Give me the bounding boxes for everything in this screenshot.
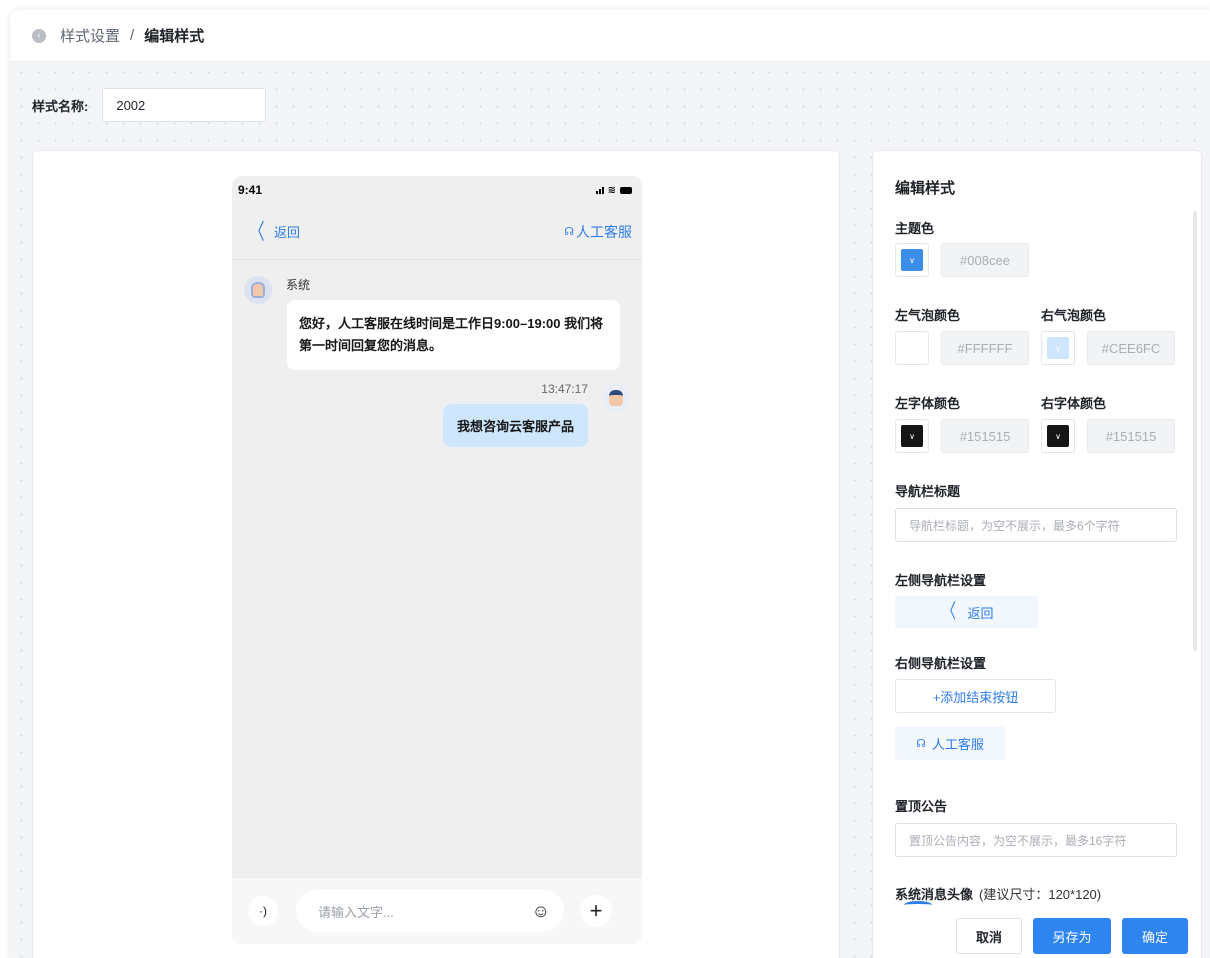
message-input-placeholder: 请输入文字... [318, 904, 394, 920]
chevron-down-icon: ∨ [1047, 337, 1069, 359]
theme-color-picker[interactable]: ∨ [895, 243, 929, 277]
right-font-hex[interactable]: #151515 [1087, 419, 1175, 453]
chevron-down-icon: ∨ [901, 425, 923, 447]
emoji-icon[interactable]: ☺ [532, 901, 550, 922]
back-circle-icon[interactable]: ‹ [32, 28, 46, 43]
sys-avatar-hint: (建议尺寸：120*120) [979, 887, 1102, 902]
phone-back-label: 返回 [274, 225, 301, 240]
sys-avatar-preview[interactable] [904, 901, 932, 909]
theme-color-label: 主题色 [895, 221, 935, 236]
sys-avatar-label: 系统消息头像 (建议尺寸：120*120) [895, 884, 1101, 903]
battery-icon [620, 186, 632, 194]
system-message-bubble: 您好，人工客服在线时间是工作日9:00–19:00 我们将第一时间回复您的消息。 [287, 300, 620, 370]
phone-agent-button[interactable]: ☊ 人工客服 [564, 222, 632, 242]
user-avatar [602, 384, 630, 412]
edit-style-panel: 编辑样式 主题色 ∨ #008cee 左气泡颜色 右气泡颜色 #FFFFFF ∨… [872, 150, 1202, 958]
plus-icon[interactable]: + [580, 895, 612, 927]
left-font-color-picker[interactable]: ∨ [895, 419, 929, 453]
cancel-button[interactable]: 取消 [956, 918, 1022, 954]
notice-label: 置顶公告 [895, 799, 948, 814]
agent-chip-label: 人工客服 [931, 736, 984, 752]
left-nav-label: 左侧导航栏设置 [895, 573, 987, 588]
save-as-button[interactable]: 另存为 [1033, 918, 1111, 954]
right-bubble-color-picker[interactable]: ∨ [1041, 331, 1075, 365]
status-icons: ≋ [595, 184, 632, 196]
sys-avatar-label-text: 系统消息头像 [895, 887, 974, 902]
confirm-button[interactable]: 确定 [1122, 918, 1188, 954]
headset-icon: ☊ [916, 737, 926, 750]
style-name-label: 样式名称: [32, 98, 89, 114]
headset-icon: ☊ [564, 226, 574, 238]
breadcrumb-separator: / [130, 27, 135, 44]
message-timestamp: 13:47:17 [541, 382, 588, 396]
chevron-left-icon: 〈 [249, 218, 265, 244]
preview-card: 9:41 ≋ 〈 返回 ☊ 人工客服 系统 您好，人工客服在线时间是工作日9:0… [32, 150, 840, 958]
left-bubble-label: 左气泡颜色 [895, 308, 961, 323]
theme-color-hex[interactable]: #008cee [941, 243, 1029, 277]
breadcrumb-current: 编辑样式 [144, 28, 205, 45]
right-bubble-hex[interactable]: #CEE6FC [1087, 331, 1175, 365]
nav-title-input[interactable]: 导航栏标题，为空不展示，最多6个字符 [895, 508, 1177, 542]
signal-icon [595, 186, 604, 194]
wifi-icon: ≋ [607, 184, 616, 196]
left-bubble-hex[interactable]: #FFFFFF [941, 331, 1029, 365]
app-frame: ‹ 样式设置 / 编辑样式 样式名称: 2002 9:41 ≋ 〈 返回 ☊ 人… [10, 10, 1210, 958]
chevron-left-icon: 〈 [942, 601, 957, 623]
nav-title-label: 导航栏标题 [895, 484, 961, 499]
right-nav-label: 右侧导航栏设置 [895, 656, 987, 671]
right-font-color-picker[interactable]: ∨ [1041, 419, 1075, 453]
phone-nav-bar: 〈 返回 ☊ 人工客服 [232, 204, 642, 260]
left-font-label: 左字体颜色 [895, 396, 961, 411]
phone-status-bar: 9:41 ≋ [232, 176, 642, 204]
breadcrumb-parent[interactable]: 样式设置 [60, 25, 120, 46]
notice-input[interactable]: 置顶公告内容，为空不展示，最多16字符 [895, 823, 1177, 857]
phone-agent-label: 人工客服 [576, 223, 632, 240]
left-font-hex[interactable]: #151515 [941, 419, 1029, 453]
panel-scrollbar[interactable] [1193, 211, 1197, 651]
right-font-label: 右字体颜色 [1041, 396, 1107, 411]
phone-back-button[interactable]: 〈 返回 [246, 218, 301, 244]
phone-input-bar: ·) 请输入文字... ☺ + [232, 878, 642, 944]
agent-chip[interactable]: ☊ 人工客服 [895, 726, 1005, 760]
style-name-input[interactable]: 2002 [102, 88, 267, 122]
system-avatar [244, 276, 272, 304]
phone-preview: 9:41 ≋ 〈 返回 ☊ 人工客服 系统 您好，人工客服在线时间是工作日9:0… [232, 176, 642, 944]
message-input[interactable]: 请输入文字... ☺ [296, 890, 564, 932]
footer-actions: 取消 另存为 确定 [956, 918, 1188, 954]
add-end-button[interactable]: +添加结束按钮 [895, 679, 1056, 713]
panel-title: 编辑样式 [895, 180, 956, 197]
user-message-bubble: 我想咨询云客服产品 [442, 404, 588, 447]
chevron-down-icon: ∨ [1047, 425, 1069, 447]
voice-icon[interactable]: ·) [248, 896, 278, 926]
header-bar: ‹ 样式设置 / 编辑样式 [10, 10, 1210, 62]
right-bubble-label: 右气泡颜色 [1041, 308, 1107, 323]
left-nav-chip-label: 返回 [967, 605, 994, 621]
status-time: 9:41 [238, 183, 263, 197]
left-bubble-color-picker[interactable] [895, 331, 929, 365]
style-name-row: 样式名称: 2002 [32, 88, 267, 122]
left-nav-back-chip[interactable]: 〈 返回 [895, 596, 1038, 628]
chevron-down-icon: ∨ [901, 249, 923, 271]
